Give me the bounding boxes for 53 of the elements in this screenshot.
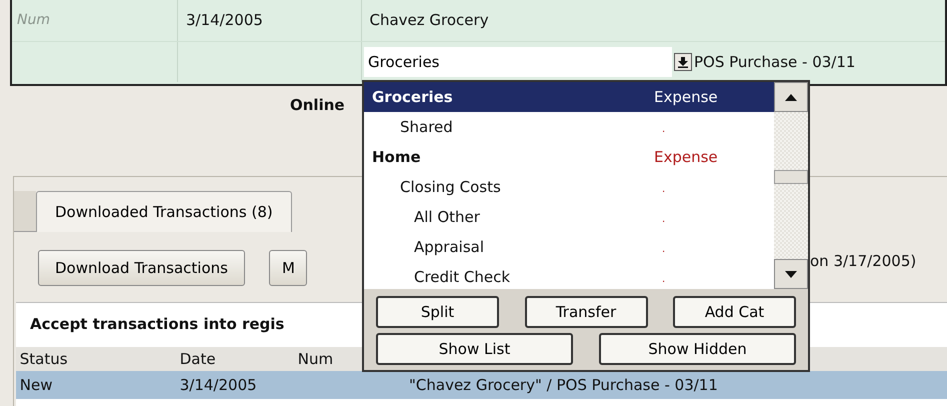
table-cell-text: "Chavez Grocery" / POS Purchase - 03/11 bbox=[409, 374, 718, 396]
category-name: Groceries bbox=[372, 86, 454, 108]
table-row[interactable]: New 3/14/2005 "Chavez Grocery" / POS Purchase - 03/11 bbox=[16, 371, 947, 399]
section-title: Accept transactions into regis bbox=[30, 315, 284, 333]
download-button[interactable]: Download Transactions bbox=[38, 250, 245, 286]
category-type: . bbox=[661, 124, 666, 135]
column-header: Status bbox=[20, 350, 68, 368]
scroll-up-button[interactable] bbox=[774, 82, 808, 112]
online-label: Online bbox=[290, 96, 345, 114]
category-name: Shared bbox=[400, 116, 454, 138]
table-cell: New bbox=[20, 376, 52, 394]
category-name: Home bbox=[372, 146, 422, 168]
category-type: . bbox=[661, 274, 666, 285]
category-name: Appraisal bbox=[414, 236, 486, 258]
category-name: All Other bbox=[414, 206, 481, 228]
category-item[interactable]: Groceries Expense bbox=[364, 82, 774, 112]
scroll-down-button[interactable] bbox=[774, 259, 808, 289]
popup-button[interactable]: Add Cat bbox=[673, 296, 796, 328]
button[interactable]: M bbox=[268, 250, 307, 286]
category-name: Credit Check bbox=[414, 266, 512, 288]
category-type: . bbox=[661, 184, 666, 195]
tab[interactable]: Downloaded Transactions (8) bbox=[36, 191, 292, 232]
down-arrow-icon bbox=[677, 56, 689, 68]
category-item[interactable]: Home Expense bbox=[364, 142, 774, 172]
category-item[interactable]: Appraisal . bbox=[364, 232, 774, 262]
category-name: Closing Costs bbox=[400, 176, 502, 198]
date-text: 3/14/2005 bbox=[186, 10, 263, 32]
category-item[interactable]: Credit Check . bbox=[364, 262, 774, 292]
category-item[interactable]: All Other . bbox=[364, 202, 774, 232]
num-field[interactable]: Num bbox=[17, 10, 97, 31]
up-arrow-icon bbox=[785, 94, 797, 100]
category-type: Expense bbox=[654, 88, 718, 106]
column-header: Num bbox=[298, 350, 334, 368]
category-field[interactable]: Groceries bbox=[364, 47, 672, 77]
popup-button[interactable]: Transfer bbox=[524, 296, 648, 328]
column-header: Date bbox=[180, 350, 216, 368]
category-type: Expense bbox=[654, 148, 718, 166]
dropdown-button[interactable] bbox=[674, 53, 692, 71]
download-date-text: on 3/17/2005) bbox=[810, 251, 916, 272]
category-type: . bbox=[661, 244, 666, 255]
payee-text: Chavez Grocery bbox=[370, 11, 489, 30]
tab-edge bbox=[14, 191, 36, 232]
scroll-thumb[interactable] bbox=[774, 170, 808, 184]
popup-button[interactable]: Split bbox=[376, 296, 499, 328]
table-cell: 3/14/2005 bbox=[180, 376, 257, 394]
scrollbar[interactable] bbox=[774, 82, 808, 289]
popup-button[interactable]: Show Hidden bbox=[599, 333, 796, 365]
popup-button[interactable]: Show List bbox=[376, 333, 573, 365]
category-type: . bbox=[661, 214, 666, 225]
category-item[interactable]: Closing Costs . bbox=[364, 172, 774, 202]
memo-text: POS Purchase - 03/11 bbox=[694, 52, 856, 73]
category-item[interactable]: Shared . bbox=[364, 112, 774, 142]
down-arrow-icon bbox=[785, 270, 797, 278]
